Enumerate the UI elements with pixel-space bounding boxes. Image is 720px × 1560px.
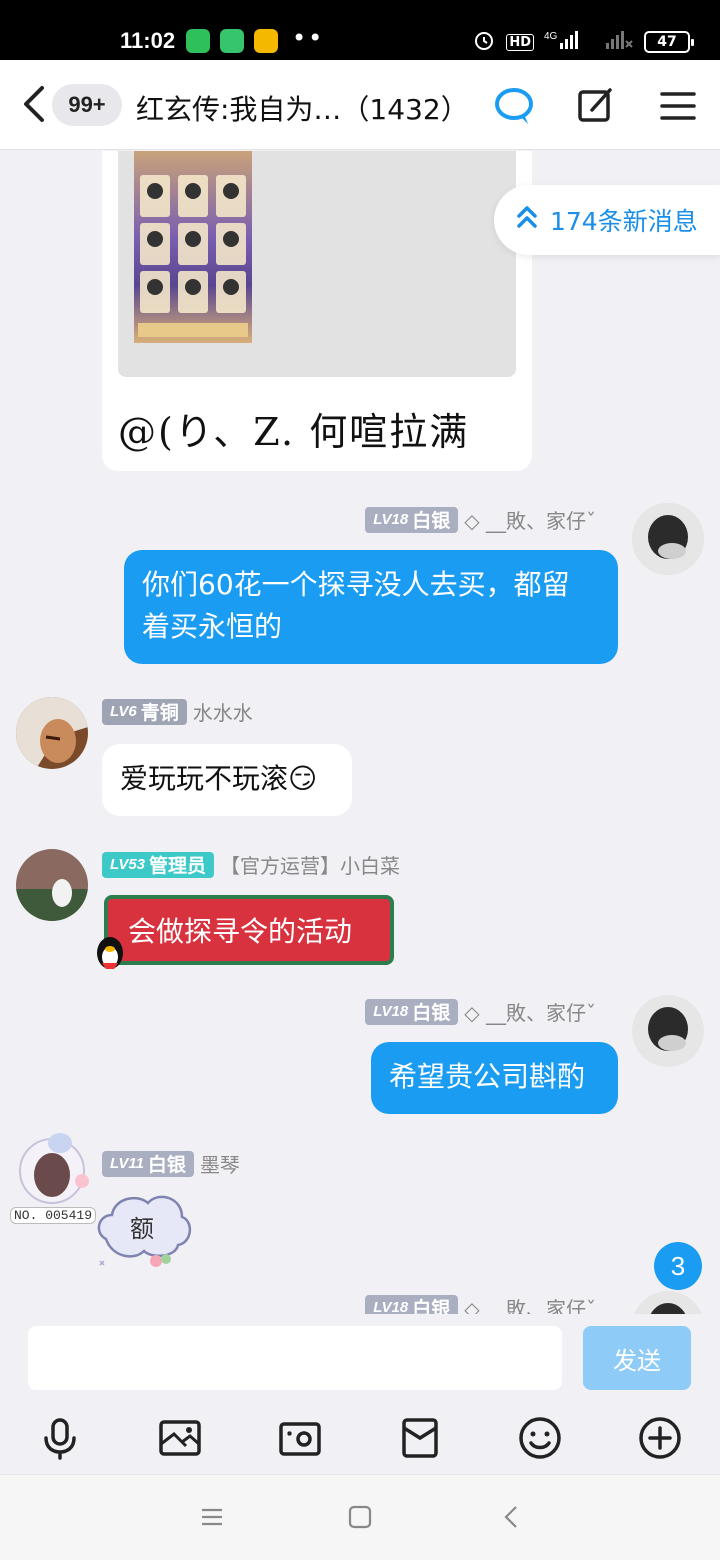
signal-2-icon [604, 29, 634, 55]
sender-name[interactable]: 【官方运营】小白菜 [220, 850, 400, 879]
image-message-card[interactable]: @(り、Z. 何喧拉满 [102, 151, 532, 471]
message-bubble[interactable]: 希望贵公司斟酌 [371, 1042, 618, 1114]
message-bubble[interactable]: 你们60花一个探寻没人去买，都留 着买永恒的 [124, 550, 618, 664]
page-title[interactable]: 红玄传:我自为…（1432） [136, 88, 469, 128]
image-caption: @(り、Z. 何喧拉满 [118, 410, 470, 454]
sender-line: LV53 管理员 【官方运营】小白菜 [102, 850, 400, 879]
unread-count-badge[interactable]: 99+ [52, 84, 122, 126]
message-image[interactable] [118, 151, 516, 377]
sender-name[interactable]: ◇ __敗、家仔ˇ [464, 1293, 596, 1314]
new-messages-label: 174条新消息 [550, 207, 698, 236]
message-text: 希望贵公司斟酌 [389, 1060, 586, 1093]
level-badge: LV53 管理员 [102, 851, 215, 878]
red-packet-icon[interactable] [396, 1414, 444, 1462]
input-bar: 发送 [0, 1314, 720, 1406]
avatar[interactable] [632, 1291, 704, 1314]
signal-icon: 4G [544, 29, 594, 55]
avatar[interactable] [16, 697, 88, 769]
sender-line: LV6 青铜 水水水 [102, 697, 253, 726]
status-bar: 11:02 •• HD 4G 47 [0, 0, 720, 60]
message-bubble[interactable]: 会做探寻令的活动 [104, 895, 394, 965]
plus-icon[interactable] [636, 1414, 684, 1462]
sender-name[interactable]: 墨琴 [200, 1149, 240, 1178]
more-notifications-icon: •• [292, 24, 325, 52]
message-text: 你们60花一个探寻没人去买，都留 [142, 568, 570, 601]
microphone-icon[interactable] [36, 1414, 84, 1462]
sender-name[interactable]: ◇ __敗、家仔ˇ [464, 997, 596, 1026]
status-right: HD 4G 47 [472, 28, 694, 56]
message-text: 着买永恒的 [142, 610, 283, 643]
image-icon[interactable] [156, 1414, 204, 1462]
alarm-icon [472, 28, 496, 56]
unread-bubble[interactable]: 3 [654, 1242, 702, 1290]
level-badge: LV18 白银 [365, 998, 459, 1025]
input-toolbar [0, 1406, 720, 1474]
sender-name[interactable]: 水水水 [193, 697, 253, 726]
emoji-icon[interactable] [516, 1414, 564, 1462]
send-button[interactable]: 发送 [583, 1326, 691, 1390]
level-badge: LV18 白银 [365, 506, 459, 533]
menu-icon[interactable] [654, 82, 702, 130]
hd-icon: HD [506, 33, 534, 51]
new-messages-button[interactable]: 174条新消息 [494, 185, 720, 255]
avatar[interactable] [632, 503, 704, 575]
wechat-icon [186, 29, 210, 53]
back-nav-icon[interactable] [498, 1503, 526, 1531]
message-bubble[interactable]: 爱玩玩不玩滚😏 [102, 744, 352, 816]
chat-bubble-icon[interactable] [490, 82, 538, 130]
weibo-icon [254, 29, 278, 53]
penguin-decoration-icon [92, 933, 128, 975]
recent-apps-icon[interactable] [198, 1503, 226, 1531]
status-time: 11:02 [120, 28, 176, 53]
double-chevron-up-icon [516, 204, 538, 236]
game-screenshot [134, 151, 252, 343]
level-badge: LV18 白银 [365, 1294, 459, 1314]
avatar[interactable] [632, 995, 704, 1067]
chat-header: 99+ 红玄传:我自为…（1432） [0, 60, 720, 206]
shield-app-icon [220, 29, 244, 53]
avatar[interactable] [16, 849, 88, 921]
system-nav-bar [0, 1474, 720, 1560]
battery-icon: 47 [644, 31, 694, 53]
message-list[interactable]: @(り、Z. 何喧拉满 174条新消息 LV18 白银 ◇ __敗、家仔ˇ 你们6… [0, 151, 720, 1314]
svg-text:4G: 4G [544, 31, 558, 42]
level-badge: LV11 白银 [102, 1150, 194, 1177]
message-text: 爱玩玩不玩滚😏 [120, 762, 318, 795]
edit-icon[interactable] [572, 82, 620, 130]
sender-line: LV18 白银 ◇ __敗、家仔ˇ [365, 997, 596, 1026]
avatar[interactable]: NO. 005419 [8, 1131, 97, 1227]
avatar-tag: NO. 005419 [10, 1207, 97, 1224]
camera-icon[interactable] [276, 1414, 324, 1462]
message-text: 会做探寻令的活动 [128, 915, 353, 948]
level-badge: LV6 青铜 [102, 698, 187, 725]
sticker-message[interactable]: 额 [92, 1187, 196, 1273]
sender-line: LV18 白银 ◇ __敗、家仔ˇ [365, 1293, 596, 1314]
sender-line: LV18 白银 ◇ __敗、家仔ˇ [365, 505, 596, 534]
sender-line: LV11 白银 墨琴 [102, 1149, 240, 1178]
home-icon[interactable] [346, 1503, 374, 1531]
sender-name[interactable]: ◇ __敗、家仔ˇ [464, 505, 596, 534]
message-input[interactable] [28, 1326, 562, 1390]
sticker-text: 额 [130, 1215, 154, 1243]
